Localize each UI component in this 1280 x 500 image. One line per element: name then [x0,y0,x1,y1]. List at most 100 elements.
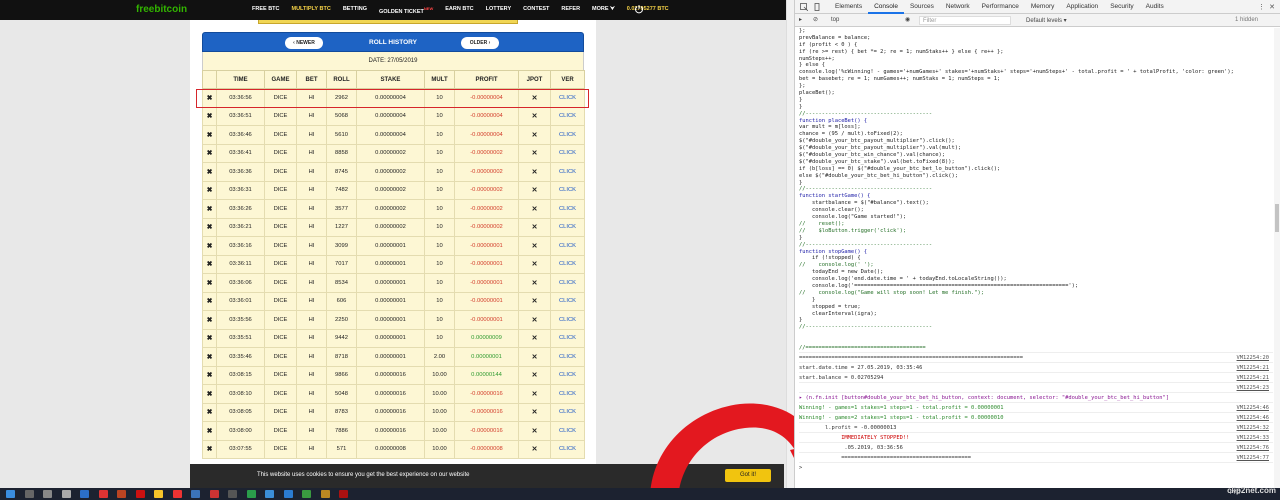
verify-link[interactable]: CLICK [550,143,585,163]
taskbar-app-icon[interactable] [228,490,237,498]
source-link[interactable]: VM12254:32 [1237,423,1269,432]
stake-cell: 0.00000002 [356,162,425,182]
hidden-count: 1 hidden [1235,17,1259,23]
verify-link[interactable]: CLICK [550,402,585,422]
bet-cell: HI [296,180,327,200]
verify-link[interactable]: CLICK [550,106,585,126]
eye-icon[interactable]: ◉ [905,16,910,23]
logout-power-icon[interactable] [634,4,644,14]
device-toggle-icon[interactable] [813,2,823,12]
tab-elements[interactable]: Elements [829,0,868,14]
time-cell: 03:36:51 [216,106,265,126]
start-icon[interactable] [6,490,15,498]
close-icon[interactable]: ✕ [1269,3,1275,11]
context-select[interactable]: top [831,17,839,23]
code-line: numSteps++; [799,55,835,62]
source-link[interactable]: VM12254:46 [1237,413,1269,422]
taskbar-app-icon[interactable] [43,490,52,498]
verify-link[interactable]: CLICK [550,162,585,182]
verify-link[interactable]: CLICK [550,254,585,274]
nav-item-earn-btc[interactable]: EARN BTC [439,6,479,15]
table-row: ✖ 03:36:41 DICE HI 8858 0.00000002 10 -0.000000… [202,143,585,163]
verify-link[interactable]: CLICK [550,236,585,256]
taskbar-app-icon[interactable] [302,490,311,498]
verify-link[interactable]: CLICK [550,217,585,237]
verify-link[interactable]: CLICK [550,88,585,108]
tab-security[interactable]: Security [1104,0,1139,14]
sidebar-toggle-icon[interactable]: ▸ [799,16,802,23]
tab-memory[interactable]: Memory [1025,0,1060,14]
tab-network[interactable]: Network [940,0,976,14]
tab-application[interactable]: Application [1060,0,1104,14]
delete-icon: ✖ [202,365,217,385]
verify-link[interactable]: CLICK [550,291,585,311]
source-link[interactable]: VM12254:21 [1237,363,1269,372]
taskbar-app-icon[interactable] [320,490,330,498]
nav-item-multiply-btc[interactable]: MULTIPLY BTC [286,6,337,15]
clear-console-icon[interactable]: ⊘ [813,16,818,23]
verify-link[interactable]: CLICK [550,180,585,200]
verify-link[interactable]: CLICK [550,365,585,385]
taskbar-app-icon[interactable] [191,490,200,498]
source-link[interactable]: VM12254:46 [1237,403,1269,412]
mult-cell: 10 [424,88,455,108]
verify-link[interactable]: CLICK [550,199,585,219]
console-prompt[interactable]: > [799,461,1273,472]
nav-item-lottery[interactable]: LOTTERY [480,6,517,15]
roll-cell: 7482 [326,180,357,200]
source-link[interactable]: VM12254:20 [1237,353,1269,362]
tab-audits[interactable]: Audits [1140,0,1170,14]
taskbar-app-icon[interactable] [135,490,145,498]
taskbar-app-icon[interactable] [265,490,274,498]
console-message-text: Winning! - games=1 stakes=1 steps=1 - to… [799,404,1004,411]
verify-link[interactable]: CLICK [550,439,585,459]
taskbar-app-icon[interactable] [246,490,256,498]
console-filter-input[interactable]: Filter [919,16,1011,25]
site-logo[interactable]: freebitcoin [136,4,187,15]
taskbar-app-icon[interactable] [154,490,163,498]
nav-item-golden-ticket[interactable]: GOLDEN TICKETNEW [373,6,439,15]
taskbar-app-icon[interactable] [172,490,182,498]
nav-item-refer[interactable]: REFER [555,6,586,15]
source-link[interactable]: VM12254:76 [1237,443,1269,452]
verify-link[interactable]: CLICK [550,328,585,348]
older-button[interactable]: OLDER › [461,37,499,49]
taskbar-app-icon[interactable] [61,490,71,498]
nav-item-free-btc[interactable]: FREE BTC [246,6,286,15]
console-scrollbar[interactable] [1274,28,1280,488]
nav-item-contest[interactable]: CONTEST [517,6,555,15]
code-line: stopped = true; [799,303,861,310]
nav-item-more[interactable]: MORE ⮟ [586,6,621,15]
nav-item-betting[interactable]: BETTING [337,6,373,15]
code-line: //--------------------------------------… [799,110,933,117]
source-link[interactable]: VM12254:77 [1237,453,1269,462]
verify-link[interactable]: CLICK [550,310,585,330]
taskbar-app-icon[interactable] [98,490,108,498]
code-line: } [799,96,803,103]
scrollbar-thumb[interactable] [1275,204,1279,232]
verify-link[interactable]: CLICK [550,125,585,145]
log-levels-select[interactable]: Default levels ▾ [1026,17,1067,24]
code-line: console.clear(); [799,207,864,214]
taskbar-app-icon[interactable] [24,490,34,498]
tab-performance[interactable]: Performance [976,0,1025,14]
tab-sources[interactable]: Sources [904,0,940,14]
source-link[interactable]: VM12254:21 [1237,373,1269,382]
source-link[interactable]: VM12254:33 [1237,433,1269,442]
taskbar-app-icon[interactable] [80,490,89,498]
profit-cell: -0.00000001 [454,273,519,293]
game-cell: DICE [264,384,297,404]
taskbar-app-icon[interactable] [283,490,293,498]
taskbar-app-icon[interactable] [339,490,348,498]
column-header-bet: BET [296,70,327,89]
inspect-element-icon[interactable] [799,2,809,12]
verify-link[interactable]: CLICK [550,347,585,367]
taskbar-app-icon[interactable] [209,490,219,498]
source-link[interactable]: VM12254:23 [1237,383,1269,392]
verify-link[interactable]: CLICK [550,273,585,293]
kebab-menu-icon[interactable]: ⋮ [1258,3,1265,11]
taskbar-app-icon[interactable] [117,490,126,498]
verify-link[interactable]: CLICK [550,384,585,404]
verify-link[interactable]: CLICK [550,421,585,441]
tab-console[interactable]: Console [868,0,904,14]
